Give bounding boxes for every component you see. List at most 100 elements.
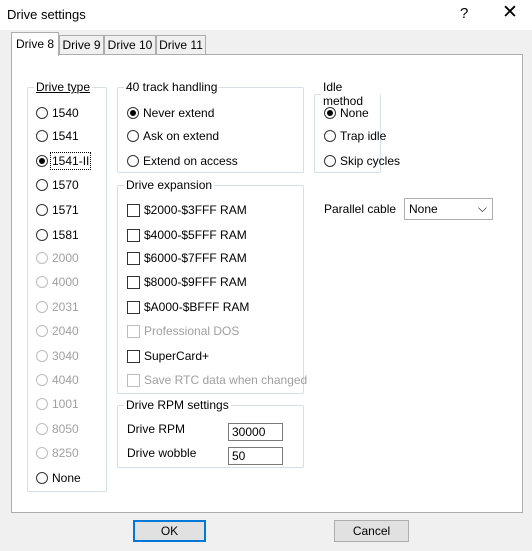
parallel-cable-label: Parallel cable xyxy=(324,202,397,216)
drive-type-label: 4040 xyxy=(52,373,79,387)
radio-icon xyxy=(36,276,48,288)
drive-type-option[interactable]: 1570 xyxy=(36,176,79,194)
drive-type-option: 4000 xyxy=(36,273,79,291)
ok-button[interactable]: OK xyxy=(133,520,206,542)
drive-type-option: 1001 xyxy=(36,395,79,413)
radio-icon xyxy=(324,130,336,142)
radio-icon xyxy=(36,301,48,313)
tab-panel: Drive type 1540 1541 1541-II 1570 1571 1581 20… xyxy=(11,54,523,513)
track-ask-on-extend[interactable]: Ask on extend xyxy=(127,127,219,145)
expansion-label: Save RTC data when changed xyxy=(144,373,308,387)
radio-icon xyxy=(36,325,48,337)
drive-type-option[interactable]: 1541 xyxy=(36,127,79,145)
drive-type-label: 4000 xyxy=(52,275,79,289)
drive-type-option[interactable]: 1540 xyxy=(36,104,79,122)
drive-type-label: 8250 xyxy=(52,446,79,460)
wobble-label: Drive wobble xyxy=(127,446,197,460)
expansion-option: Save RTC data when changed xyxy=(127,371,307,389)
expansion-option[interactable]: $2000-$3FFF RAM xyxy=(127,201,247,219)
expansion-option[interactable]: $4000-$5FFF RAM xyxy=(127,226,247,244)
chevron-down-icon: ⌵ xyxy=(477,201,487,215)
drive-type-label: 2031 xyxy=(52,300,79,314)
expansion-label: $2000-$3FFF RAM xyxy=(144,203,247,217)
checkbox-icon xyxy=(127,373,140,387)
tab-drive-11[interactable]: Drive 11 xyxy=(156,35,206,54)
track-handling-legend: 40 track handling xyxy=(124,80,220,94)
drive-type-label: None xyxy=(52,471,81,485)
cancel-button[interactable]: Cancel xyxy=(334,520,409,542)
drive-type-label: 1001 xyxy=(52,397,79,411)
drive-type-option: 8050 xyxy=(36,420,79,438)
drive-type-option[interactable]: 1581 xyxy=(36,226,79,244)
expansion-label: $4000-$5FFF RAM xyxy=(144,228,247,242)
track-never-extend[interactable]: Never extend xyxy=(127,104,214,122)
tab-drive-10[interactable]: Drive 10 xyxy=(104,35,156,54)
drive-type-option: 8250 xyxy=(36,444,79,462)
radio-icon xyxy=(36,204,48,216)
expansion-option[interactable]: $8000-$9FFF RAM xyxy=(127,273,247,291)
track-extend-on-access[interactable]: Extend on access xyxy=(127,152,238,170)
checkbox-icon xyxy=(127,324,140,338)
expansion-label: $6000-$7FFF RAM xyxy=(144,251,247,265)
drive-type-label: 1541 xyxy=(52,129,79,143)
expansion-option[interactable]: SuperCard+ xyxy=(127,347,209,365)
drive-type-label: 8050 xyxy=(52,422,79,436)
checkbox-icon xyxy=(127,275,140,289)
parallel-cable-value: None xyxy=(409,202,438,216)
checkbox-icon xyxy=(127,251,140,265)
radio-icon xyxy=(36,398,48,410)
rpm-legend: Drive RPM settings xyxy=(124,398,231,412)
expansion-option: Professional DOS xyxy=(127,322,239,340)
radio-icon xyxy=(36,130,48,142)
window-title: Drive settings xyxy=(7,7,86,22)
checkbox-icon xyxy=(127,203,140,217)
rpm-label: Drive RPM xyxy=(127,422,186,436)
expansion-label: $A000-$BFFF RAM xyxy=(144,300,250,314)
close-icon[interactable]: ✕ xyxy=(502,2,518,24)
drive-expansion-legend: Drive expansion xyxy=(124,178,215,192)
expansion-label: SuperCard+ xyxy=(144,349,210,363)
drive-type-legend: Drive type xyxy=(34,80,93,94)
drive-type-option: 4040 xyxy=(36,371,79,389)
radio-icon xyxy=(36,350,48,362)
drive-type-option: 2031 xyxy=(36,298,79,316)
radio-icon xyxy=(36,447,48,459)
drive-type-label: 1540 xyxy=(52,106,79,120)
drive-type-option: 3040 xyxy=(36,347,79,365)
tab-drive-8[interactable]: Drive 8 xyxy=(11,32,59,56)
drive-type-option[interactable]: None xyxy=(36,469,81,487)
rpm-input[interactable]: 30000 xyxy=(228,423,283,441)
radio-icon xyxy=(36,107,48,119)
drive-type-option: 2040 xyxy=(36,322,79,340)
idle-skip-cycles[interactable]: Skip cycles xyxy=(324,152,400,170)
idle-trap[interactable]: Trap idle xyxy=(324,127,386,145)
radio-icon xyxy=(36,229,48,241)
radio-icon xyxy=(36,155,48,167)
idle-none[interactable]: None xyxy=(324,104,369,122)
radio-icon xyxy=(324,155,336,167)
drive-type-label: 1570 xyxy=(52,178,79,192)
checkbox-icon xyxy=(127,300,140,314)
expansion-label: $8000-$9FFF RAM xyxy=(144,275,247,289)
radio-icon xyxy=(36,472,48,484)
checkbox-icon xyxy=(127,228,140,242)
radio-icon xyxy=(127,130,139,142)
expansion-option[interactable]: $A000-$BFFF RAM xyxy=(127,298,249,316)
drive-type-label: 2040 xyxy=(52,324,79,338)
radio-icon xyxy=(127,155,139,167)
help-button[interactable]: ? xyxy=(460,5,468,22)
radio-icon xyxy=(36,179,48,191)
drive-type-option[interactable]: 1541-II xyxy=(36,152,92,170)
drive-type-label: 1571 xyxy=(52,203,79,217)
tab-drive-9[interactable]: Drive 9 xyxy=(59,35,104,54)
drive-type-label: 1541-II xyxy=(49,152,92,170)
parallel-cable-select[interactable]: None ⌵ xyxy=(404,198,493,220)
checkbox-icon xyxy=(127,349,140,363)
radio-icon xyxy=(36,252,48,264)
radio-icon xyxy=(324,107,336,119)
drive-type-label: 1581 xyxy=(52,228,79,242)
expansion-option[interactable]: $6000-$7FFF RAM xyxy=(127,249,247,267)
wobble-input[interactable]: 50 xyxy=(228,447,283,465)
radio-icon xyxy=(36,423,48,435)
drive-type-option[interactable]: 1571 xyxy=(36,201,79,219)
